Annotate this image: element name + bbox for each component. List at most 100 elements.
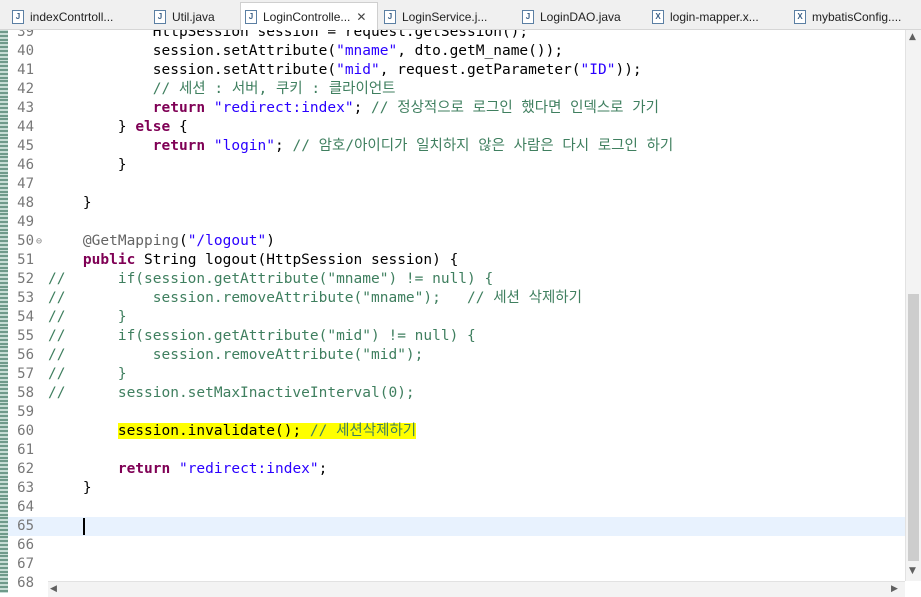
code-line: 48 } <box>0 194 905 213</box>
change-marker <box>0 175 8 194</box>
code-text[interactable]: // } <box>48 365 127 384</box>
line-number: 68 <box>17 575 34 591</box>
line-number: 44 <box>17 119 34 135</box>
line-number: 40 <box>17 43 34 59</box>
code-token: else <box>135 119 171 135</box>
scroll-down-icon[interactable]: ▼ <box>909 566 916 576</box>
scroll-up-icon[interactable]: ▲ <box>909 32 916 42</box>
line-number: 62 <box>17 461 34 477</box>
tab-label: login-mapper.x... <box>670 9 759 24</box>
code-text[interactable]: // session.removeAttribute("mid"); <box>48 346 423 365</box>
change-marker <box>0 346 8 365</box>
close-icon[interactable]: ✕ <box>356 10 366 24</box>
tab-4[interactable]: J LoginDAO.java <box>518 3 646 30</box>
scroll-right-icon[interactable]: ▶ <box>891 584 898 594</box>
tab-label: LoginService.j... <box>402 9 488 24</box>
tab-1[interactable]: J Util.java <box>150 3 238 30</box>
code-token: // 세션 : 서버, 쿠키 : 클라이언트 <box>48 81 396 97</box>
tab-2[interactable]: J LoginControlle... ✕ <box>240 2 378 31</box>
change-marker <box>0 99 8 118</box>
code-token: "redirect:index" <box>178 461 319 477</box>
code-text[interactable]: } <box>48 156 127 175</box>
code-line: 55 // if(session.getAttribute("mid") != n… <box>0 327 905 346</box>
line-number: 39 <box>17 30 34 40</box>
code-token: session.setAttribute( <box>48 62 337 78</box>
change-marker <box>0 422 8 441</box>
code-text[interactable]: return "redirect:index"; // 정상적으로 로그인 했다… <box>48 99 659 118</box>
line-number: 47 <box>17 176 34 192</box>
code-line: 58 // session.setMaxInactiveInterval(0); <box>0 384 905 403</box>
tab-0[interactable]: JindexContrtoll... <box>8 3 148 30</box>
line-number: 58 <box>17 385 34 401</box>
tab-3[interactable]: J LoginService.j... <box>380 3 516 30</box>
tab-5[interactable]: Xlogin-mapper.x... <box>648 3 788 30</box>
code-line: 41 session.setAttribute("mid", request.g… <box>0 61 905 80</box>
change-marker <box>0 460 8 479</box>
code-token: "mid" <box>336 62 380 78</box>
code-token: ( <box>178 233 188 249</box>
code-token: session.setAttribute( <box>48 43 337 59</box>
code-token: , request.getParameter( <box>379 62 581 78</box>
code-text[interactable]: // if(session.getAttribute("mid") != nul… <box>48 327 476 346</box>
tab-label: indexContrtoll... <box>30 9 114 24</box>
code-text[interactable]: } <box>48 479 92 498</box>
line-number: 45 <box>17 138 34 154</box>
code-line: 56 // session.removeAttribute("mid"); <box>0 346 905 365</box>
code-token: return <box>152 100 206 116</box>
code-token: // } <box>48 366 127 382</box>
fold-collapse-icon[interactable]: ⊖ <box>36 232 42 251</box>
code-text[interactable] <box>48 517 85 536</box>
code-text[interactable]: session.invalidate(); // 세션삭제하기 <box>48 422 417 441</box>
code-text[interactable]: // } <box>48 308 127 327</box>
code-token: session.invalidate(); <box>117 423 310 439</box>
scroll-left-icon[interactable]: ◀ <box>50 584 57 594</box>
vertical-scroll-thumb[interactable] <box>908 294 919 561</box>
code-text[interactable]: session.setAttribute("mid", request.getP… <box>48 61 642 80</box>
tab-label: Util.java <box>172 9 215 24</box>
code-text[interactable]: return "login"; // 암호/아이디가 일치하지 않은 사람은 다… <box>48 137 673 156</box>
change-marker <box>0 517 8 536</box>
java-file-icon: J <box>384 9 396 24</box>
code-text[interactable]: } else { <box>48 118 188 137</box>
code-token: // 암호/아이디가 일치하지 않은 사람은 다시 로그인 하기 <box>292 138 674 154</box>
code-text[interactable]: public String logout(HttpSession session… <box>48 251 458 270</box>
code-token: ; <box>275 138 293 154</box>
change-marker <box>0 232 8 251</box>
java-file-icon: J <box>12 9 24 24</box>
code-text[interactable]: HttpSession session = request.getSession… <box>48 30 528 42</box>
change-marker <box>0 118 8 137</box>
code-text[interactable]: // 세션 : 서버, 쿠키 : 클라이언트 <box>48 80 396 99</box>
line-number: 63 <box>17 480 34 496</box>
change-marker <box>0 137 8 156</box>
code-token: ; <box>318 461 328 477</box>
code-text[interactable]: return "redirect:index"; <box>48 460 328 479</box>
line-number: 49 <box>17 214 34 230</box>
xml-file-icon: X <box>794 9 806 24</box>
code-line: 57 // } <box>0 365 905 384</box>
code-text[interactable]: // session.removeAttribute("mname"); // … <box>48 289 582 308</box>
code-text[interactable]: @GetMapping("/logout") <box>48 232 275 251</box>
code-token: "redirect:index" <box>213 100 354 116</box>
editor-tab-bar: JindexContrtoll... J Util.java J LoginContro… <box>0 0 921 31</box>
code-line: 49 <box>0 213 905 232</box>
code-line: 66 <box>0 536 905 555</box>
code-line: 43 return "redirect:index"; // 정상적으로 로그인… <box>0 99 905 118</box>
horizontal-scrollbar[interactable]: ◀ ▶ <box>48 581 905 597</box>
tab-6[interactable]: XmybatisConfig.... <box>790 3 921 30</box>
vertical-scrollbar[interactable]: ▲ ▼ <box>905 30 921 581</box>
code-text[interactable]: // if(session.getAttribute("mname") != n… <box>48 270 493 289</box>
code-line: 61 <box>0 441 905 460</box>
code-text[interactable]: // session.setMaxInactiveInterval(0); <box>48 384 415 403</box>
code-editor[interactable]: 39 HttpSession session = request.getSess… <box>0 30 921 597</box>
code-text[interactable]: session.setAttribute("mname", dto.getM_n… <box>48 42 563 61</box>
code-line: 67 <box>0 555 905 574</box>
code-text[interactable]: } <box>48 194 92 213</box>
change-marker <box>0 194 8 213</box>
xml-file-icon: X <box>652 9 664 24</box>
line-number: 52 <box>17 271 34 287</box>
